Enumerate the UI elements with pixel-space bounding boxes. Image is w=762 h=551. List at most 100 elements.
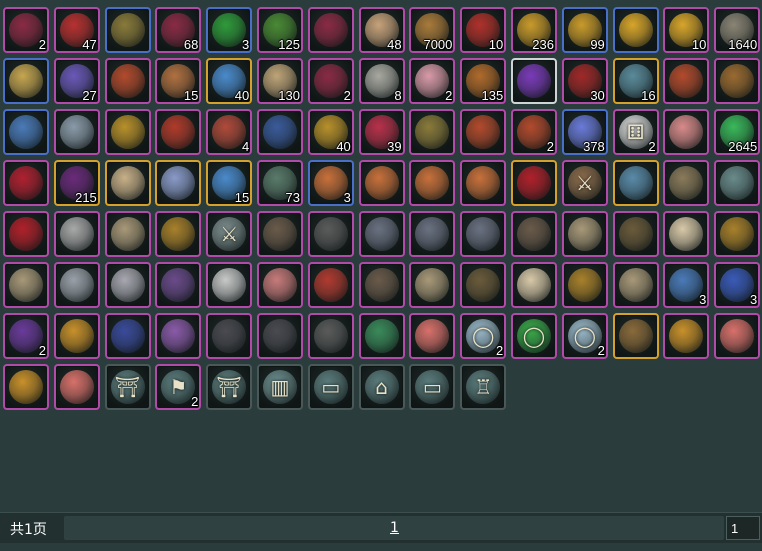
inventory-slot[interactable]: 68 xyxy=(155,7,202,53)
inventory-slot[interactable] xyxy=(53,262,100,308)
inventory-slot[interactable]: ⚑ 2 xyxy=(155,364,202,410)
inventory-slot[interactable]: 2 xyxy=(307,58,354,104)
inventory-slot[interactable] xyxy=(663,160,710,206)
inventory-slot[interactable] xyxy=(612,160,659,206)
inventory-slot[interactable] xyxy=(3,109,49,155)
inventory-slot[interactable] xyxy=(714,160,761,206)
inventory-slot[interactable]: 3 xyxy=(663,262,710,308)
inventory-slot[interactable] xyxy=(104,313,151,359)
inventory-slot[interactable]: 48 xyxy=(358,7,405,53)
inventory-slot[interactable] xyxy=(3,211,49,257)
inventory-slot[interactable]: ◯ xyxy=(511,313,557,359)
inventory-slot[interactable] xyxy=(206,313,253,359)
inventory-slot[interactable] xyxy=(460,160,507,206)
inventory-slot[interactable] xyxy=(53,109,100,155)
inventory-slot[interactable] xyxy=(155,211,202,257)
inventory-slot[interactable] xyxy=(3,262,49,308)
inventory-slot[interactable] xyxy=(3,364,49,410)
inventory-slot[interactable]: 40 xyxy=(307,109,354,155)
inventory-slot[interactable]: 236 xyxy=(511,7,557,53)
inventory-slot[interactable] xyxy=(358,211,405,257)
inventory-slot[interactable] xyxy=(307,313,354,359)
inventory-slot[interactable] xyxy=(663,313,710,359)
inventory-slot[interactable] xyxy=(511,262,557,308)
page-jump-input[interactable] xyxy=(726,516,760,540)
inventory-slot[interactable]: 39 xyxy=(358,109,405,155)
inventory-slot[interactable]: 2 xyxy=(3,313,49,359)
inventory-slot[interactable]: 7000 xyxy=(409,7,456,53)
inventory-slot[interactable] xyxy=(104,109,151,155)
inventory-slot[interactable] xyxy=(409,160,456,206)
inventory-slot[interactable] xyxy=(257,211,303,257)
inventory-slot[interactable] xyxy=(53,364,100,410)
inventory-slot[interactable] xyxy=(307,211,354,257)
inventory-slot[interactable] xyxy=(714,58,761,104)
inventory-slot[interactable]: ♖ xyxy=(460,364,507,410)
inventory-slot[interactable] xyxy=(307,7,354,53)
inventory-slot[interactable] xyxy=(460,262,507,308)
inventory-slot[interactable]: 2 xyxy=(3,7,49,53)
inventory-slot[interactable]: ⛩ xyxy=(104,364,151,410)
inventory-slot[interactable] xyxy=(53,211,100,257)
inventory-slot[interactable] xyxy=(3,58,49,104)
inventory-slot[interactable] xyxy=(663,58,710,104)
inventory-slot[interactable] xyxy=(358,262,405,308)
inventory-slot[interactable]: 27 xyxy=(53,58,100,104)
inventory-slot[interactable] xyxy=(257,313,303,359)
inventory-slot[interactable]: 135 xyxy=(460,58,507,104)
inventory-slot[interactable]: 2645 xyxy=(714,109,761,155)
inventory-slot[interactable] xyxy=(612,313,659,359)
inventory-slot[interactable] xyxy=(104,211,151,257)
inventory-slot[interactable]: 15 xyxy=(155,58,202,104)
inventory-slot[interactable]: 2 xyxy=(511,109,557,155)
inventory-slot[interactable]: ▭ xyxy=(307,364,354,410)
inventory-slot[interactable] xyxy=(612,7,659,53)
inventory-slot[interactable]: 2 xyxy=(409,58,456,104)
inventory-slot[interactable]: 15 xyxy=(206,160,253,206)
inventory-slot[interactable] xyxy=(3,160,49,206)
inventory-slot[interactable] xyxy=(206,262,253,308)
inventory-slot[interactable] xyxy=(663,211,710,257)
inventory-slot[interactable]: ◯ 2 xyxy=(460,313,507,359)
inventory-slot[interactable] xyxy=(155,160,202,206)
inventory-slot[interactable]: 3 xyxy=(714,262,761,308)
inventory-slot[interactable] xyxy=(53,313,100,359)
inventory-slot[interactable] xyxy=(409,211,456,257)
inventory-slot[interactable] xyxy=(358,160,405,206)
inventory-slot[interactable] xyxy=(257,109,303,155)
inventory-slot[interactable]: 215 xyxy=(53,160,100,206)
inventory-slot[interactable] xyxy=(409,313,456,359)
inventory-slot[interactable]: 10 xyxy=(663,7,710,53)
inventory-slot[interactable] xyxy=(511,160,557,206)
inventory-slot[interactable]: 16 xyxy=(612,58,659,104)
inventory-slot[interactable] xyxy=(104,58,151,104)
inventory-slot[interactable]: ⌂ xyxy=(358,364,405,410)
inventory-slot[interactable]: ⛩ xyxy=(206,364,253,410)
inventory-slot[interactable] xyxy=(714,313,761,359)
inventory-slot[interactable]: 40 xyxy=(206,58,253,104)
inventory-slot[interactable] xyxy=(612,262,659,308)
inventory-slot[interactable]: ⚔ xyxy=(206,211,253,257)
inventory-slot[interactable] xyxy=(104,160,151,206)
inventory-slot[interactable]: ▥ xyxy=(257,364,303,410)
inventory-slot[interactable] xyxy=(155,313,202,359)
inventory-slot[interactable] xyxy=(511,211,557,257)
inventory-slot[interactable]: 47 xyxy=(53,7,100,53)
inventory-slot[interactable]: ⚅ 2 xyxy=(612,109,659,155)
inventory-slot[interactable] xyxy=(612,211,659,257)
inventory-slot[interactable]: 130 xyxy=(257,58,303,104)
inventory-slot[interactable]: 3 xyxy=(206,7,253,53)
inventory-slot[interactable]: 30 xyxy=(561,58,608,104)
inventory-slot[interactable] xyxy=(104,7,151,53)
inventory-slot[interactable] xyxy=(460,211,507,257)
inventory-slot[interactable]: 1640 xyxy=(714,7,761,53)
inventory-slot[interactable]: 4 xyxy=(206,109,253,155)
inventory-slot[interactable] xyxy=(511,58,557,104)
inventory-slot[interactable]: 3 xyxy=(307,160,354,206)
inventory-slot[interactable]: 10 xyxy=(460,7,507,53)
inventory-slot[interactable] xyxy=(714,211,761,257)
inventory-slot[interactable] xyxy=(663,109,710,155)
inventory-slot[interactable]: ◯ 2 xyxy=(561,313,608,359)
inventory-slot[interactable] xyxy=(155,262,202,308)
inventory-slot[interactable] xyxy=(257,262,303,308)
